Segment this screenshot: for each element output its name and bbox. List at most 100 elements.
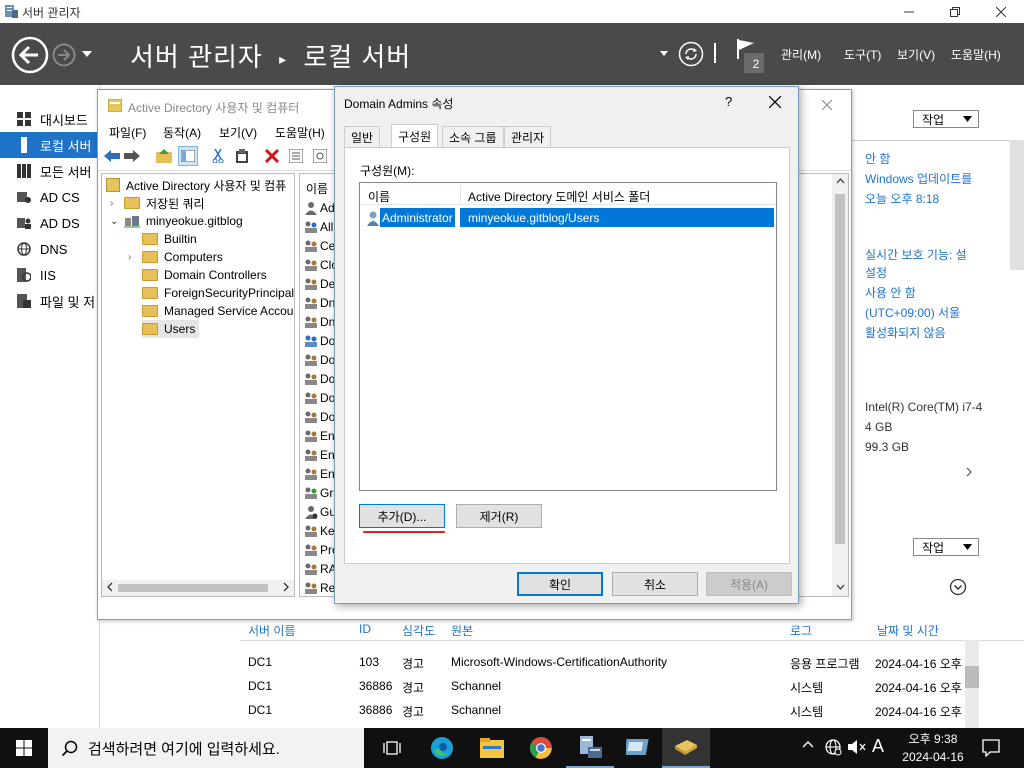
list-item[interactable]: Do bbox=[304, 370, 335, 388]
property-value[interactable]: 설정 bbox=[865, 264, 887, 281]
ok-button[interactable]: 확인 bbox=[517, 572, 603, 596]
list-vscroll-thumb[interactable] bbox=[835, 194, 845, 544]
nav-item-iis[interactable]: IIS bbox=[0, 262, 100, 288]
history-dropdown-icon[interactable] bbox=[82, 51, 92, 57]
tab-managed-by[interactable]: 관리자 bbox=[504, 126, 552, 147]
property-value[interactable]: 사용 안 함 bbox=[865, 284, 916, 301]
property-value[interactable]: (UTC+09:00) 서울 bbox=[865, 304, 960, 321]
chevron-right-icon[interactable]: › bbox=[110, 198, 124, 209]
speaker-muted-icon[interactable] bbox=[848, 740, 866, 754]
scroll-right-icon[interactable] bbox=[282, 582, 290, 592]
list-item[interactable]: Ke bbox=[304, 522, 335, 540]
menu-tools[interactable]: 도구(T) bbox=[844, 46, 881, 63]
tree-item-domain[interactable]: ⌄ minyeokue.gitblog bbox=[110, 212, 243, 230]
taskbar-search-box[interactable]: 검색하려면 여기에 입력하세요. bbox=[48, 728, 364, 768]
chrome-browser-icon[interactable] bbox=[517, 728, 565, 768]
tree-item-builtin[interactable]: Builtin bbox=[142, 230, 197, 248]
tab-members[interactable]: 구성원 bbox=[391, 124, 439, 147]
properties-icon[interactable] bbox=[286, 146, 306, 166]
list-item[interactable]: En bbox=[304, 427, 335, 445]
tree-item-foreign-security[interactable]: ForeignSecurityPrincipal bbox=[142, 284, 294, 302]
start-button[interactable] bbox=[0, 728, 48, 768]
list-item[interactable]: Do bbox=[304, 408, 335, 426]
events-scrollbar[interactable] bbox=[965, 640, 979, 728]
task-view-icon[interactable] bbox=[368, 728, 416, 768]
refresh-dropdown-icon[interactable] bbox=[660, 51, 668, 56]
list-item[interactable]: Ad bbox=[304, 199, 335, 217]
restore-button[interactable] bbox=[932, 0, 978, 23]
nav-item-dashboard[interactable]: 대시보드 bbox=[0, 106, 100, 132]
clipboard-icon[interactable] bbox=[232, 146, 252, 166]
tree-root[interactable]: Active Directory 사용자 및 컴퓨 bbox=[106, 176, 286, 194]
events-column-server-name[interactable]: 서버 이름 bbox=[248, 622, 296, 639]
ime-indicator[interactable]: A bbox=[872, 736, 884, 757]
event-cell[interactable]: 2024-04-16 오후 bbox=[875, 655, 962, 672]
list-item[interactable]: Gr bbox=[304, 484, 333, 502]
edge-browser-icon[interactable] bbox=[418, 728, 466, 768]
refresh-list-icon[interactable] bbox=[310, 146, 330, 166]
help-button[interactable]: ? bbox=[725, 94, 732, 109]
list-item[interactable]: Re bbox=[304, 579, 335, 597]
back-arrow-icon[interactable] bbox=[102, 146, 122, 166]
tree-item-managed-service[interactable]: Managed Service Accou bbox=[142, 302, 293, 320]
ad-menu-action[interactable]: 동작(A) bbox=[163, 124, 201, 141]
properties-task-button[interactable]: 작업 bbox=[913, 110, 979, 128]
tree-item-saved-queries[interactable]: › 저장된 쿼리 bbox=[110, 194, 205, 212]
events-column-source[interactable]: 원본 bbox=[451, 622, 473, 639]
tree-hscroll-thumb[interactable] bbox=[118, 584, 268, 592]
event-cell[interactable]: 36886 bbox=[359, 679, 392, 693]
event-cell[interactable]: Schannel bbox=[451, 703, 501, 717]
scroll-down-icon[interactable] bbox=[836, 584, 845, 590]
list-column-name[interactable]: 이름 bbox=[306, 180, 328, 197]
cancel-button[interactable]: 취소 bbox=[612, 572, 698, 596]
event-cell[interactable]: 2024-04-16 오후 bbox=[875, 703, 962, 720]
scroll-left-icon[interactable] bbox=[106, 582, 114, 592]
taskbar-clock[interactable]: 오후 9:38 2024-04-16 bbox=[897, 730, 969, 766]
cut-icon[interactable] bbox=[208, 146, 228, 166]
minimize-button[interactable] bbox=[886, 0, 932, 23]
events-column-datetime[interactable]: 날짜 및 시간 bbox=[877, 622, 939, 639]
nav-item-all-servers[interactable]: 모든 서버 bbox=[0, 158, 100, 184]
event-cell[interactable]: 경고 bbox=[402, 655, 424, 672]
mmc-console-icon[interactable] bbox=[614, 728, 662, 768]
events-task-button[interactable]: 작업 bbox=[913, 538, 979, 556]
ad-menu-help[interactable]: 도움말(H) bbox=[275, 124, 325, 141]
expand-circle-icon[interactable] bbox=[949, 578, 967, 596]
scroll-up-icon[interactable] bbox=[836, 178, 845, 184]
server-manager-taskbar-icon[interactable] bbox=[566, 728, 614, 768]
forward-button[interactable] bbox=[52, 43, 76, 67]
scroll-right-icon[interactable] bbox=[965, 467, 973, 477]
ad-menu-file[interactable]: 파일(F) bbox=[109, 124, 146, 141]
list-item[interactable]: Do bbox=[304, 332, 335, 350]
tab-member-of[interactable]: 소속 그룹 bbox=[442, 126, 504, 147]
tree-hscrollbar[interactable] bbox=[102, 580, 294, 596]
show-tree-icon[interactable] bbox=[178, 146, 198, 166]
event-cell[interactable]: DC1 bbox=[248, 679, 272, 693]
event-cell[interactable]: 경고 bbox=[402, 703, 424, 720]
refresh-icon[interactable] bbox=[678, 41, 704, 67]
list-item[interactable]: Do bbox=[304, 351, 335, 369]
tree-item-computers[interactable]: › Computers bbox=[128, 248, 223, 266]
event-cell[interactable]: 36886 bbox=[359, 703, 392, 717]
ad-menu-view[interactable]: 보기(V) bbox=[219, 124, 257, 141]
menu-manage[interactable]: 관리(M) bbox=[781, 46, 821, 63]
members-column-folder[interactable]: Active Directory 도메인 서비스 폴더 bbox=[468, 188, 650, 205]
list-item[interactable]: De bbox=[304, 275, 335, 293]
up-folder-icon[interactable] bbox=[154, 146, 174, 166]
add-member-button[interactable]: 추가(D)... bbox=[359, 504, 445, 528]
events-column-severity[interactable]: 심각도 bbox=[402, 622, 435, 639]
properties-scrollbar[interactable] bbox=[1010, 140, 1024, 270]
network-globe-icon[interactable] bbox=[824, 738, 842, 756]
nav-item-ad-cs[interactable]: AD CS bbox=[0, 184, 100, 210]
property-value[interactable]: 실시간 보호 기능: 설 bbox=[865, 246, 967, 263]
list-item[interactable]: Clo bbox=[304, 256, 338, 274]
property-value[interactable]: 오늘 오후 8:18 bbox=[865, 190, 939, 207]
list-item[interactable]: En bbox=[304, 465, 335, 483]
list-item[interactable]: Do bbox=[304, 389, 335, 407]
show-hidden-icons-chevron-icon[interactable] bbox=[802, 740, 814, 748]
nav-item-file-storage[interactable]: 파일 및 저 bbox=[0, 288, 100, 314]
remove-member-button[interactable]: 제거(R) bbox=[456, 504, 542, 528]
event-cell[interactable]: Schannel bbox=[451, 679, 501, 693]
property-value[interactable]: 안 함 bbox=[865, 150, 890, 167]
forward-arrow-icon[interactable] bbox=[122, 146, 142, 166]
